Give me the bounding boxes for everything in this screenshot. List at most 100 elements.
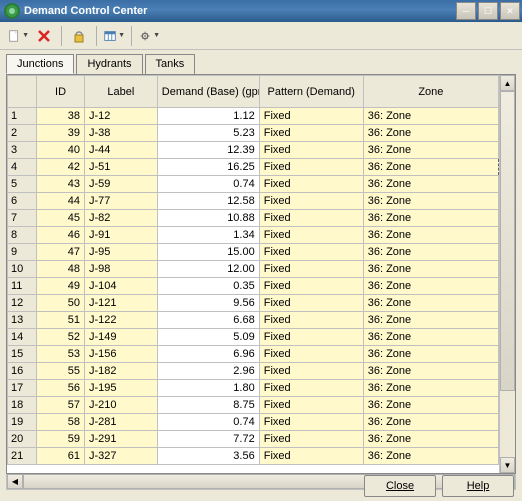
cell-label[interactable]: J-149 [84,329,157,346]
row-number[interactable]: 4 [8,159,37,176]
row-number[interactable]: 17 [8,380,37,397]
cell-demand[interactable]: 15.00 [157,244,259,261]
row-number[interactable]: 21 [8,448,37,465]
cell-demand[interactable]: 12.39 [157,142,259,159]
maximize-button[interactable]: ☐ [478,2,498,20]
cell-id[interactable]: 56 [37,380,85,397]
cell-pattern[interactable]: Fixed [259,329,363,346]
cell-label[interactable]: J-195 [84,380,157,397]
cell-demand[interactable]: 9.56 [157,295,259,312]
cell-pattern[interactable]: Fixed [259,176,363,193]
tab-junctions[interactable]: Junctions [6,54,74,74]
cell-id[interactable]: 40 [37,142,85,159]
cell-demand[interactable]: 5.09 [157,329,259,346]
table-row[interactable]: 1048J-9812.00Fixed36: Zone [8,261,499,278]
table-row[interactable]: 2059J-2917.72Fixed36: Zone [8,431,499,448]
row-number[interactable]: 6 [8,193,37,210]
cell-zone[interactable]: 36: Zone [363,261,498,278]
table-row[interactable]: 138J-121.12Fixed36: Zone [8,108,499,125]
cell-pattern[interactable]: Fixed [259,448,363,465]
cell-id[interactable]: 59 [37,431,85,448]
table-row[interactable]: 1655J-1822.96Fixed36: Zone [8,363,499,380]
tab-hydrants[interactable]: Hydrants [76,54,142,74]
cell-id[interactable]: 51 [37,312,85,329]
cell-demand[interactable]: 6.96 [157,346,259,363]
cell-label[interactable]: J-104 [84,278,157,295]
cell-id[interactable]: 58 [37,414,85,431]
cell-label[interactable]: J-210 [84,397,157,414]
cell-demand[interactable]: 5.23 [157,125,259,142]
table-row[interactable]: 1553J-1566.96Fixed36: Zone [8,346,499,363]
cell-id[interactable]: 39 [37,125,85,142]
cell-id[interactable]: 61 [37,448,85,465]
table-row[interactable]: 2161J-3273.56Fixed36: Zone [8,448,499,465]
cell-id[interactable]: 44 [37,193,85,210]
scroll-thumb[interactable] [500,91,515,391]
cell-pattern[interactable]: Fixed [259,159,363,176]
cell-zone[interactable]: 36: Zone [363,176,498,193]
cell-zone[interactable]: 36: Zone [363,278,498,295]
cell-zone[interactable]: 36: Zone [363,210,498,227]
row-number[interactable]: 7 [8,210,37,227]
cell-id[interactable]: 55 [37,363,85,380]
row-number[interactable]: 13 [8,312,37,329]
cell-pattern[interactable]: Fixed [259,380,363,397]
cell-pattern[interactable]: Fixed [259,108,363,125]
cell-label[interactable]: J-12 [84,108,157,125]
cell-pattern[interactable]: Fixed [259,346,363,363]
cell-label[interactable]: J-51 [84,159,157,176]
cell-zone[interactable]: 36: Zone [363,329,498,346]
table-row[interactable]: 442J-5116.25Fixed36: Zone [8,159,499,176]
cell-zone[interactable]: 36: Zone [363,448,498,465]
cell-demand[interactable]: 3.56 [157,448,259,465]
cell-id[interactable]: 43 [37,176,85,193]
cell-id[interactable]: 49 [37,278,85,295]
cell-demand[interactable]: 16.25 [157,159,259,176]
row-number[interactable]: 16 [8,363,37,380]
col-header-zone[interactable]: Zone [363,76,498,108]
table-row[interactable]: 947J-9515.00Fixed36: Zone [8,244,499,261]
row-number[interactable]: 11 [8,278,37,295]
col-header-label[interactable]: Label [84,76,157,108]
cell-zone[interactable]: 36: Zone [363,125,498,142]
close-window-button[interactable]: ✕ [500,2,520,20]
cell-id[interactable]: 47 [37,244,85,261]
table-row[interactable]: 1756J-1951.80Fixed36: Zone [8,380,499,397]
cell-demand[interactable]: 7.72 [157,431,259,448]
cell-zone[interactable]: 36: Zone [363,295,498,312]
cell-pattern[interactable]: Fixed [259,397,363,414]
wrench-button[interactable]: ▼ [137,25,161,47]
scroll-up-button[interactable]: ▲ [500,75,515,91]
cell-pattern[interactable]: Fixed [259,295,363,312]
cell-label[interactable]: J-291 [84,431,157,448]
cell-label[interactable]: J-95 [84,244,157,261]
cell-id[interactable]: 48 [37,261,85,278]
cell-pattern[interactable]: Fixed [259,227,363,244]
cell-pattern[interactable]: Fixed [259,193,363,210]
table-row[interactable]: 1351J-1226.68Fixed36: Zone [8,312,499,329]
lock-button[interactable] [67,25,91,47]
cell-pattern[interactable]: Fixed [259,244,363,261]
cell-label[interactable]: J-281 [84,414,157,431]
row-number[interactable]: 19 [8,414,37,431]
scroll-down-button[interactable]: ▼ [500,457,515,473]
cell-zone[interactable]: 36: Zone [363,142,498,159]
col-header-pattern[interactable]: Pattern (Demand) [259,76,363,108]
cell-zone[interactable]: 36: Zone [363,193,498,210]
cell-label[interactable]: J-59 [84,176,157,193]
cell-pattern[interactable]: Fixed [259,142,363,159]
cell-label[interactable]: J-44 [84,142,157,159]
table-row[interactable]: 644J-7712.58Fixed36: Zone [8,193,499,210]
vertical-scrollbar[interactable]: ▲ ▼ [499,75,515,473]
cell-zone[interactable]: 36: Zone [363,363,498,380]
minimize-button[interactable]: ─ [456,2,476,20]
cell-demand[interactable]: 8.75 [157,397,259,414]
cell-pattern[interactable]: Fixed [259,414,363,431]
cell-pattern[interactable]: Fixed [259,125,363,142]
delete-button[interactable] [32,25,56,47]
cell-label[interactable]: J-327 [84,448,157,465]
cell-id[interactable]: 52 [37,329,85,346]
row-number[interactable]: 3 [8,142,37,159]
cell-demand[interactable]: 1.12 [157,108,259,125]
cell-zone[interactable]: 36: Zone [363,414,498,431]
